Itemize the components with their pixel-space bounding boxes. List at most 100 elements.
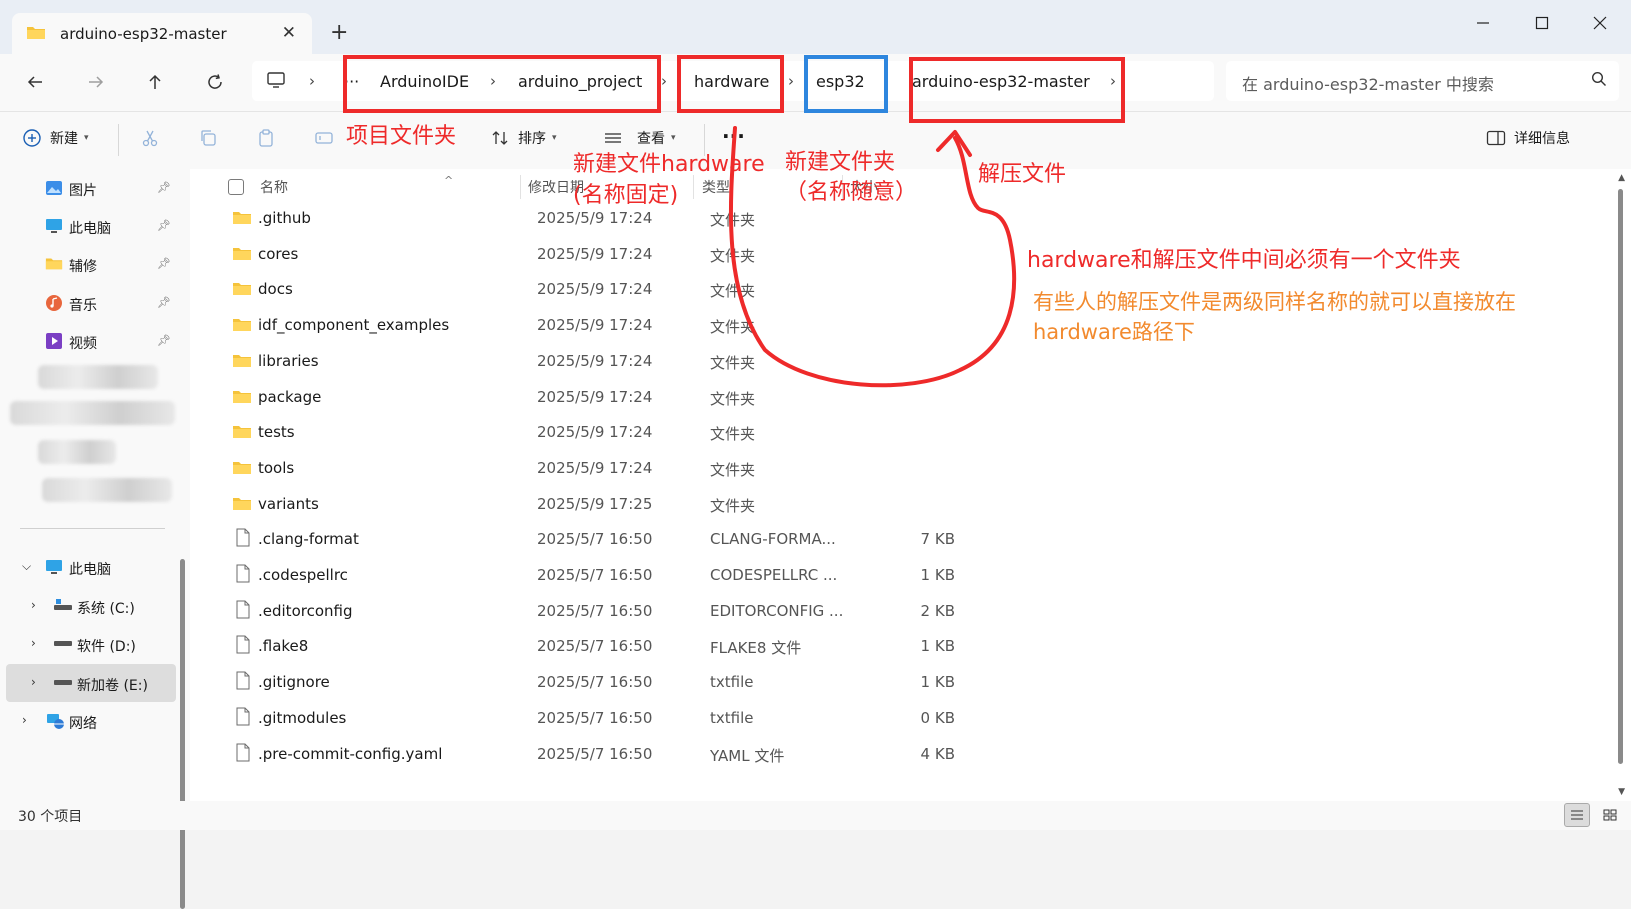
annotation-folder-line2: （名称随意） bbox=[785, 180, 918, 205]
file-row[interactable]: .gitmodules 2025/5/7 16:50 txtfile 0 KB bbox=[210, 700, 1600, 736]
file-size: 1 KB bbox=[920, 566, 955, 584]
chevron-right-icon[interactable]: › bbox=[22, 713, 27, 727]
nav-item-music[interactable]: 音乐 📌︎ bbox=[0, 284, 178, 322]
nav-label: 系统 (C:) bbox=[77, 601, 135, 617]
close-window-button[interactable] bbox=[1577, 8, 1623, 38]
file-row[interactable]: .pre-commit-config.yaml 2025/5/7 16:50 YAM… bbox=[210, 736, 1600, 772]
chevron-right-icon: › bbox=[309, 72, 315, 90]
close-tab-icon[interactable]: ✕ bbox=[282, 23, 296, 43]
maximize-button[interactable] bbox=[1519, 8, 1565, 38]
nav-item-network[interactable]: › 网络 bbox=[0, 702, 178, 740]
details-view-button[interactable] bbox=[1564, 803, 1590, 827]
pin-icon[interactable]: 📌︎ bbox=[157, 219, 171, 232]
annotation-folder-line1: 新建文件夹 bbox=[785, 150, 896, 175]
rename-icon bbox=[315, 132, 333, 144]
chevron-right-icon[interactable]: › bbox=[788, 72, 794, 90]
minimize-button[interactable] bbox=[1460, 8, 1506, 38]
nav-item-this-pc[interactable]: ⌵ 此电脑 bbox=[0, 548, 178, 586]
rename-button[interactable] bbox=[314, 128, 334, 148]
more-options-button[interactable]: ··· bbox=[722, 124, 745, 148]
tiles-view-button[interactable] bbox=[1597, 803, 1623, 827]
file-row[interactable]: tests 2025/5/9 17:24 文件夹 bbox=[210, 414, 1600, 450]
new-button[interactable]: 新建 ▾ bbox=[22, 128, 89, 148]
chevron-down-icon[interactable]: ⌵ bbox=[22, 559, 31, 574]
annotation-note-line1: 有些人的解压文件是两级同样名称的就可以直接放在 bbox=[1033, 290, 1516, 314]
nav-item-drive-d[interactable]: › 软件 (D:) bbox=[0, 625, 178, 663]
computer-icon bbox=[266, 71, 286, 93]
file-type: 文件夹 bbox=[710, 389, 756, 408]
file-name: tools bbox=[258, 458, 295, 477]
file-list-scrollbar[interactable] bbox=[1618, 189, 1623, 764]
file-row[interactable]: variants 2025/5/9 17:25 文件夹 bbox=[210, 486, 1600, 522]
file-type: 文件夹 bbox=[710, 282, 756, 301]
file-row[interactable]: .codespellrc 2025/5/7 16:50 CODESPELLRC ..… bbox=[210, 557, 1600, 593]
forward-button[interactable] bbox=[78, 64, 114, 100]
music-icon bbox=[45, 294, 63, 316]
column-divider[interactable] bbox=[520, 175, 521, 199]
column-header-type[interactable]: 类型 bbox=[702, 177, 730, 197]
file-type: FLAKE8 文件 bbox=[710, 639, 802, 658]
scroll-down-icon[interactable]: ▼ bbox=[1618, 787, 1625, 797]
nav-label: 新加卷 (E:) bbox=[77, 678, 148, 694]
nav-item-drive-e[interactable]: › 新加卷 (E:) bbox=[6, 664, 176, 702]
nav-item-minor[interactable]: 辅修 📌︎ bbox=[0, 245, 178, 283]
file-row[interactable]: .clang-format 2025/5/7 16:50 CLANG-FORMA..… bbox=[210, 521, 1600, 557]
column-header-name[interactable]: 名称 ^ bbox=[260, 174, 453, 197]
file-name: tests bbox=[258, 423, 295, 442]
details-pane-button[interactable]: 详细信息 bbox=[1486, 128, 1570, 148]
sort-ascending-icon: ^ bbox=[444, 174, 454, 187]
refresh-button[interactable] bbox=[197, 64, 233, 100]
nav-item-this-pc-quick[interactable]: 此电脑 📌︎ bbox=[0, 207, 178, 245]
nav-item-drive-c[interactable]: › 系统 (C:) bbox=[0, 587, 178, 625]
sort-icon bbox=[492, 131, 508, 145]
sort-button[interactable]: 排序 ▾ bbox=[490, 128, 557, 148]
folder-icon bbox=[232, 280, 252, 300]
tab-current[interactable]: arduino-esp32-master ✕ bbox=[12, 13, 312, 54]
file-type: 文件夹 bbox=[710, 211, 756, 229]
file-name: .flake8 bbox=[258, 637, 309, 656]
file-row[interactable]: .flake8 2025/5/7 16:50 FLAKE8 文件 1 KB bbox=[210, 628, 1600, 664]
cut-button[interactable] bbox=[140, 128, 160, 148]
nav-item-pictures[interactable]: 图片 📌︎ bbox=[0, 169, 178, 207]
back-button[interactable] bbox=[17, 64, 53, 100]
redacted-nav-item[interactable] bbox=[42, 478, 172, 502]
column-divider[interactable] bbox=[693, 175, 694, 199]
file-row[interactable]: libraries 2025/5/9 17:24 文件夹 bbox=[210, 343, 1600, 379]
chevron-right-icon[interactable]: › bbox=[31, 636, 36, 650]
chevron-down-icon: ▾ bbox=[84, 133, 89, 143]
pin-icon[interactable]: 📌︎ bbox=[157, 296, 171, 309]
chevron-right-icon[interactable]: › bbox=[31, 675, 36, 689]
redacted-nav-item[interactable] bbox=[38, 365, 158, 389]
folder-icon bbox=[232, 245, 252, 265]
chevron-right-icon[interactable]: › bbox=[661, 72, 667, 90]
redacted-nav-item[interactable] bbox=[10, 401, 175, 425]
file-size: 1 KB bbox=[920, 673, 955, 692]
pin-icon[interactable]: 📌︎ bbox=[157, 257, 171, 270]
sort-label: 排序 bbox=[518, 131, 546, 147]
redacted-nav-item[interactable] bbox=[38, 440, 116, 464]
file-date: 2025/5/7 16:50 bbox=[537, 673, 653, 692]
view-button[interactable]: 查看 ▾ bbox=[603, 128, 676, 148]
pin-icon[interactable]: 📌︎ bbox=[157, 181, 171, 194]
file-row[interactable]: tools 2025/5/9 17:24 文件夹 bbox=[210, 450, 1600, 486]
annotation-note-line2: hardware路径下 bbox=[1033, 320, 1195, 344]
file-row[interactable]: .gitignore 2025/5/7 16:50 txtfile 1 KB bbox=[210, 664, 1600, 700]
pin-icon[interactable]: 📌︎ bbox=[157, 334, 171, 347]
new-tab-button[interactable]: + bbox=[330, 20, 348, 45]
paste-button[interactable] bbox=[256, 128, 276, 148]
details-pane-icon bbox=[1486, 130, 1506, 146]
file-row[interactable]: .editorconfig 2025/5/7 16:50 EDITORCONFIG … bbox=[210, 593, 1600, 629]
copy-button[interactable] bbox=[198, 128, 218, 148]
search-box[interactable]: 在 arduino-esp32-master 中搜索 bbox=[1226, 61, 1619, 101]
nav-scrollbar[interactable] bbox=[180, 559, 185, 909]
file-explorer-window: arduino-esp32-master ✕ + › ··· ArduinoID… bbox=[0, 0, 1631, 909]
file-row[interactable]: package 2025/5/9 17:24 文件夹 bbox=[210, 379, 1600, 415]
nav-item-videos[interactable]: 视频 📌︎ bbox=[0, 322, 178, 360]
search-icon bbox=[1591, 71, 1607, 91]
select-all-checkbox[interactable] bbox=[228, 179, 244, 195]
chevron-right-icon[interactable]: › bbox=[31, 598, 36, 612]
up-button[interactable] bbox=[137, 64, 173, 100]
scroll-up-icon[interactable]: ▲ bbox=[1618, 173, 1625, 183]
drive-icon bbox=[53, 674, 73, 694]
nav-label: 此电脑 bbox=[69, 221, 111, 237]
